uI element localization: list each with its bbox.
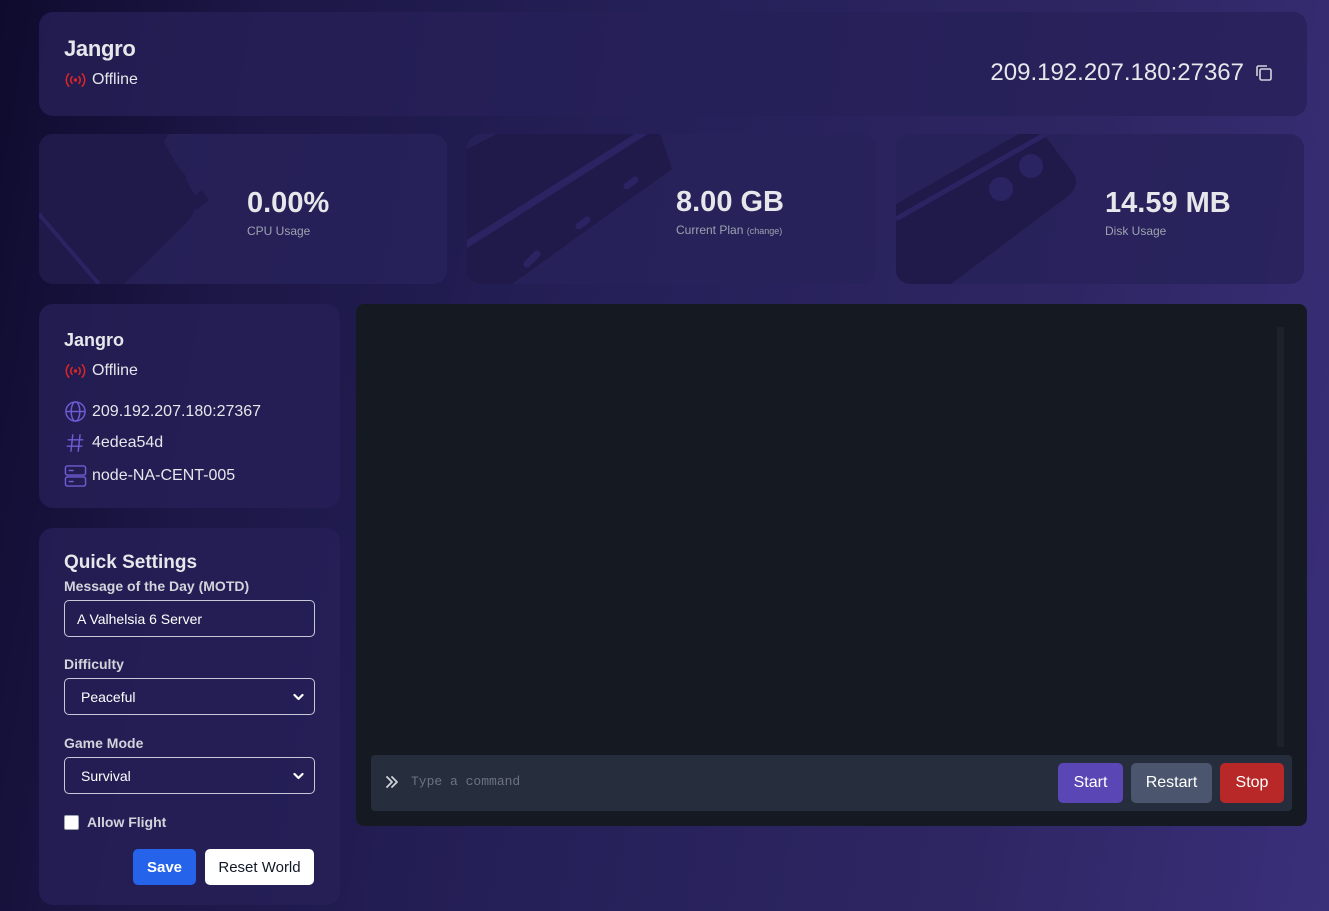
chevrons-right-icon bbox=[386, 776, 398, 788]
gamemode-value: Survival bbox=[81, 767, 131, 784]
hash-icon bbox=[66, 434, 84, 452]
copy-icon[interactable] bbox=[1254, 63, 1274, 83]
info-node: node-NA-CENT-005 bbox=[64, 464, 235, 488]
allow-flight-row: Allow Flight bbox=[64, 814, 166, 830]
quick-settings-card: Quick Settings Message of the Day (MOTD)… bbox=[39, 528, 340, 905]
stop-button[interactable]: Stop bbox=[1220, 763, 1284, 803]
gamemode-select[interactable]: Survival bbox=[64, 757, 315, 794]
server-address: 209.192.207.180:27367 bbox=[990, 59, 1274, 87]
status-text: Offline bbox=[92, 71, 138, 88]
globe-icon bbox=[65, 401, 86, 422]
info-status-text: Offline bbox=[92, 362, 138, 379]
change-plan-link[interactable]: (change) bbox=[747, 226, 783, 236]
info-node-text: node-NA-CENT-005 bbox=[92, 467, 236, 484]
hard-drive-icon bbox=[896, 134, 1076, 284]
info-status: Offline bbox=[64, 362, 138, 380]
info-address-text: 209.192.207.180:27367 bbox=[92, 402, 262, 420]
address-text: 209.192.207.180:27367 bbox=[990, 59, 1244, 86]
restart-button[interactable]: Restart bbox=[1131, 763, 1212, 803]
disk-value: 14.59 MB bbox=[1105, 187, 1231, 219]
disk-usage-card: 14.59 MB Disk Usage bbox=[896, 134, 1304, 284]
broadcast-icon bbox=[65, 73, 86, 87]
quick-settings-title: Quick Settings bbox=[64, 552, 198, 573]
server-icon bbox=[64, 465, 87, 487]
motd-input[interactable]: A Valhelsia 6 Server bbox=[64, 600, 315, 637]
difficulty-label: Difficulty bbox=[64, 656, 124, 672]
cpu-usage-card: 0.00% CPU Usage bbox=[39, 134, 447, 284]
info-id-text: 4edea54d bbox=[92, 434, 164, 451]
plan-value: 8.00 GB bbox=[676, 186, 784, 218]
motd-value: A Valhelsia 6 Server bbox=[77, 610, 203, 627]
allow-flight-checkbox[interactable] bbox=[64, 814, 79, 830]
console-panel: Type a command Start Restart Stop bbox=[356, 304, 1307, 826]
plan-card: 8.00 GB Current Plan (change) bbox=[467, 134, 876, 284]
memory-stick-icon bbox=[467, 134, 672, 284]
info-address: 209.192.207.180:27367 bbox=[64, 400, 261, 423]
disk-label: Disk Usage bbox=[1105, 224, 1167, 238]
server-title: Jangro bbox=[64, 36, 136, 61]
cpu-chip-icon bbox=[39, 134, 209, 284]
start-button[interactable]: Start bbox=[1058, 763, 1123, 803]
reset-world-button[interactable]: Reset World bbox=[205, 849, 314, 885]
allow-flight-label: Allow Flight bbox=[87, 814, 167, 830]
server-header: Jangro Offline 209.192.207.180:27367 bbox=[39, 12, 1307, 116]
command-bar: Type a command Start Restart Stop bbox=[371, 755, 1292, 811]
server-status: Offline bbox=[64, 71, 138, 89]
console-scrollbar[interactable] bbox=[1277, 327, 1284, 747]
save-button[interactable]: Save bbox=[133, 849, 196, 885]
chevron-down-icon bbox=[293, 693, 304, 700]
chevron-down-icon bbox=[293, 772, 304, 779]
command-input[interactable]: Type a command bbox=[411, 774, 520, 789]
plan-label-text: Current Plan bbox=[676, 223, 744, 237]
info-server-name: Jangro bbox=[64, 330, 125, 350]
server-info-card: Jangro Offline 209.192.207.180:27367 4ed… bbox=[39, 304, 340, 508]
gamemode-label: Game Mode bbox=[64, 735, 144, 751]
motd-label: Message of the Day (MOTD) bbox=[64, 578, 250, 594]
cpu-value: 0.00% bbox=[247, 187, 330, 219]
difficulty-value: Peaceful bbox=[81, 688, 136, 705]
difficulty-select[interactable]: Peaceful bbox=[64, 678, 315, 715]
info-id: 4edea54d bbox=[64, 433, 163, 453]
broadcast-icon bbox=[65, 364, 86, 378]
plan-label: Current Plan (change) bbox=[676, 223, 782, 237]
cpu-label: CPU Usage bbox=[247, 224, 311, 238]
